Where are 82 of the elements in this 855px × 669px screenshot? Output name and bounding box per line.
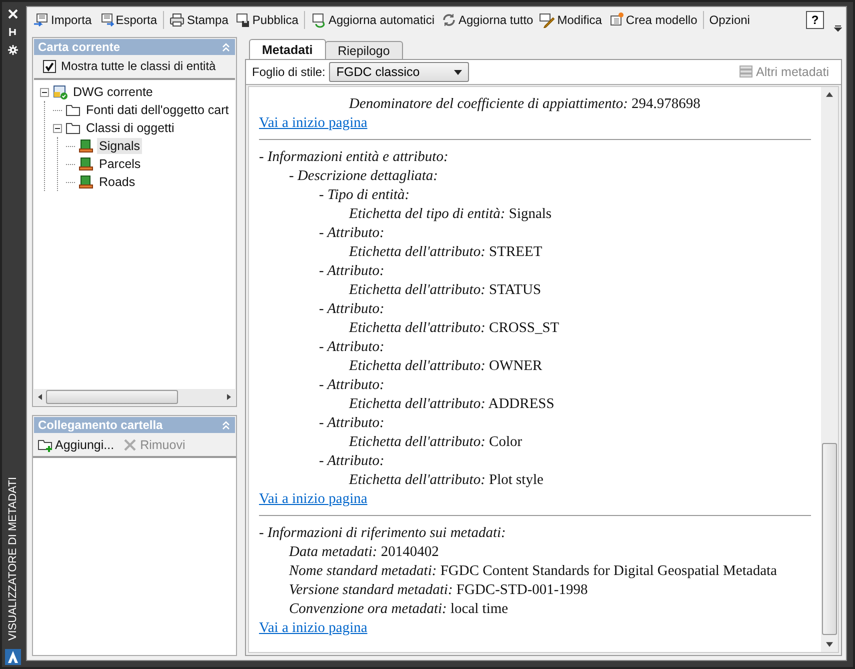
metadata-line: Etichetta dell'attributo: STREET [349, 244, 542, 260]
logo-icon[interactable] [5, 649, 21, 665]
document-arrow-icon [33, 12, 49, 28]
tab[interactable]: Riepilogo [324, 41, 403, 59]
folder-plus-icon [37, 437, 53, 453]
back-to-top-link[interactable]: Vai a inizio pagina [259, 114, 368, 133]
metadata-line: Etichetta dell'attributo: Color [349, 434, 522, 450]
metadata-line: Etichetta dell'attributo: STATUS [349, 282, 542, 298]
layer-icon [78, 174, 94, 190]
document-refresh-icon [310, 12, 326, 28]
scroll-right-icon[interactable] [227, 394, 231, 400]
document-disk-icon [234, 12, 250, 28]
tree-item[interactable]: DWG corrente [71, 84, 155, 100]
collapse-toggle[interactable] [53, 124, 62, 132]
metadata-line: - Informazioni di riferimento sui metadati: [259, 525, 506, 541]
settings-icon[interactable] [8, 45, 18, 55]
metadata-line: Etichetta dell'attributo: CROSS_ST [349, 320, 560, 336]
toolbar-button[interactable]: Modifica [537, 10, 604, 30]
tree-item[interactable]: Signals [97, 138, 142, 154]
stack-icon [738, 64, 754, 80]
metadata-line: Etichetta dell'attributo: Plot style [349, 472, 544, 488]
toolbar-button[interactable]: Stampa [168, 10, 230, 30]
metadata-line: - Attributo: [319, 415, 384, 431]
help-button[interactable]: ? [806, 11, 824, 29]
printer-icon [169, 12, 186, 28]
toolbar-button[interactable]: Pubblica [232, 10, 300, 30]
layer-icon [78, 138, 94, 154]
panel-title: Carta corrente [38, 40, 120, 54]
metadata-line: - Attributo: [319, 453, 384, 469]
metadata-line: Versione standard metadati: FGDC-STD-001-1998 [289, 582, 588, 598]
metadata-line: - Tipo di entità: [319, 187, 410, 203]
metadata-line: - Descrizione dettagliata: [289, 168, 438, 184]
back-to-top-link[interactable]: Vai a inizio pagina [259, 619, 368, 638]
tree-item[interactable]: Fonti dati dell'oggetto cart [84, 102, 231, 118]
back-to-top-link[interactable]: Vai a inizio pagina [259, 490, 368, 509]
folder-icon [65, 120, 81, 136]
scroll-down-icon[interactable] [826, 642, 833, 647]
document-star-icon [608, 12, 624, 28]
document-pencil-icon [539, 12, 556, 28]
toolbar-button[interactable]: Aggiorna automatici [309, 10, 436, 30]
metadata-line: Etichetta del tipo di entità: Signals [349, 206, 552, 222]
checkbox[interactable] [43, 60, 56, 72]
action-button[interactable]: Aggiungi... [35, 436, 116, 454]
metadata-line: Etichetta dell'attributo: ADDRESS [349, 396, 554, 412]
metadata-line: - Attributo: [319, 225, 384, 241]
tab[interactable]: Metadati [249, 39, 326, 59]
metadata-line: Denominatore del coefficiente di appiattimento: 294.978698 [349, 96, 700, 112]
metadata-line: - Informazioni entità e attributo: [259, 149, 448, 165]
metadata-line: Convenzione ora metadati: local time [289, 601, 508, 617]
close-icon [122, 437, 138, 453]
collapse-toggle[interactable] [40, 88, 49, 96]
tree-item[interactable]: Roads [97, 174, 138, 190]
drawing-check-icon [52, 84, 68, 100]
stylesheet-dropdown[interactable]: FGDC classico [329, 62, 470, 82]
metadata-line: - Attributo: [319, 301, 384, 317]
palette-title: VISUALIZZATORE DI METADATI [7, 477, 19, 641]
stylesheet-label: Foglio di stile: [252, 65, 326, 79]
vertical-scrollbar[interactable] [821, 87, 838, 652]
metadata-line: Nome standard metadati: FGDC Content Standards for Digital Geospatial Metadata [289, 563, 777, 579]
layer-icon [78, 156, 94, 172]
refresh-icon [440, 12, 456, 28]
folder-icon [65, 102, 81, 118]
toolbar-button[interactable]: Opzioni [708, 11, 752, 29]
metadata-line: - Attributo: [319, 263, 384, 279]
metadata-line: - Attributo: [319, 377, 384, 393]
close-icon[interactable] [8, 9, 18, 19]
overflow-icon[interactable] [834, 24, 842, 32]
toolbar-button[interactable]: Crea modello [606, 10, 700, 30]
scroll-left-icon[interactable] [38, 394, 42, 400]
horizontal-scrollbar[interactable] [34, 389, 235, 405]
tree-item[interactable]: Classi di oggetti [84, 120, 176, 136]
toolbar-button[interactable]: Esporta [96, 10, 160, 30]
toolbar-button[interactable]: Aggiorna tutto [438, 10, 536, 30]
metadata-line: - Attributo: [319, 339, 384, 355]
scroll-up-icon[interactable] [826, 92, 833, 97]
tree-item[interactable]: Parcels [97, 156, 143, 172]
checkbox-label: Mostra tutte le classi di entità [61, 59, 216, 73]
panel-title: Collegamento cartella [38, 418, 163, 432]
toolbar-button[interactable]: Importa [31, 10, 94, 30]
caret-icon [454, 70, 462, 74]
metadata-line: Data metadati: 20140402 [289, 544, 439, 560]
metadata-line: Etichetta dell'attributo: OWNER [349, 358, 542, 374]
